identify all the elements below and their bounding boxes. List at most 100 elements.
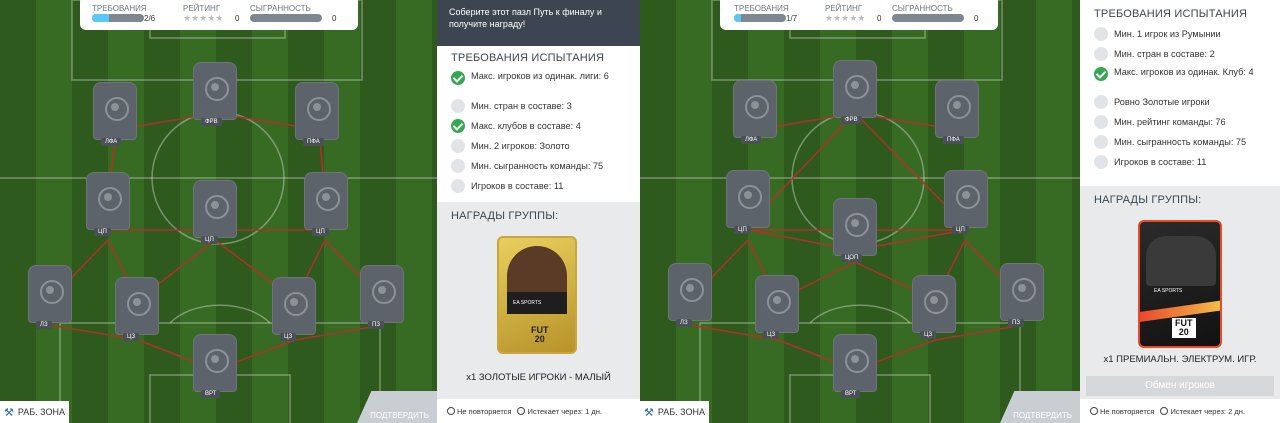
requirements-title: ТРЕБОВАНИЯ ИСПЫТАНИЯ [451,52,605,64]
requirement-item: Игроков в составе: 11 [1094,152,1266,172]
position-label: ЛФА [741,136,762,144]
requirement-text: Мин. стран в составе: 2 [1114,49,1215,59]
workspace-label: РАБ. ЗОНА [657,407,706,417]
chemistry-label: СЫГРАННОСТЬ [892,4,953,13]
no-repeat-label: Не повторяется [457,406,512,416]
reward-pack-card[interactable]: EA SPORTS FUT 20 [497,236,577,354]
position-label: ФРВ [201,118,222,126]
requirement-text: Ровно Золотые игроки [1114,97,1210,107]
player-slot[interactable] [193,334,237,392]
requirements-count: 2/6 [144,14,156,23]
pending-icon [1094,135,1108,149]
player-slot[interactable] [833,60,877,118]
squad-stats-bar: ТРЕБОВАНИЯ 2/6 РЕЙТИНГ ★★★★★ 0 СЫГРАННОС… [80,0,358,30]
pending-icon [1094,47,1108,61]
position-label: ВРТ [201,390,221,398]
exchange-players-button[interactable]: Обмен игроков [1086,376,1274,396]
squad-stats-bar: ТРЕБОВАНИЯ 1/7 РЕЙТИНГ ★★★★★ 0 СЫГРАННОС… [720,0,998,30]
requirements-progress [734,14,786,22]
requirement-text: Мин. 2 игроков: Золото [471,141,570,151]
workspace-label: РАБ. ЗОНА [17,407,66,417]
requirement-item: Мин. стран в составе: 2 [1094,44,1266,64]
rewards-title: НАГРАДЫ ГРУППЫ: [1094,194,1202,206]
position-label: ЦЗ [920,331,937,339]
requirement-text: Мин. рейтинг команды: 76 [1114,117,1226,127]
requirement-item: Игроков в составе: 11 [451,176,626,196]
requirement-item: Мин. стран в составе: 3 [451,96,626,116]
requirements-label: ТРЕБОВАНИЯ [734,4,789,13]
rating-stars: ★★★★★ [825,13,866,23]
player-slot[interactable] [1000,263,1044,321]
card-year: 20 [534,334,545,344]
player-slot[interactable] [295,82,339,140]
requirements-progress [92,14,144,22]
check-icon [451,71,465,85]
player-slot[interactable] [93,82,137,140]
requirement-item: Макс. клубов в составе: 4 [451,116,626,136]
requirement-text: Мин. сыгранность команды: 75 [471,161,604,171]
fut-logo: FUT 20 [531,326,549,344]
position-label: ЛЗ [676,319,692,327]
player-slot[interactable] [360,265,404,323]
player-slot[interactable] [912,275,956,333]
check-icon [451,119,465,133]
requirement-text: Макс. игроков из одинак. Клуб: 4 [1114,67,1254,77]
requirements-title: ТРЕБОВАНИЯ ИСПЫТАНИЯ [1094,8,1248,20]
no-repeat-icon [1090,406,1098,415]
workspace-button[interactable]: ⚒ РАБ. ЗОНА [0,401,70,423]
clock-icon [1160,406,1169,415]
position-label: ЦП [952,226,969,234]
no-repeat-icon [447,406,455,415]
position-label: ПФА [943,136,964,144]
position-label: ЦЗ [280,333,297,341]
player-slot[interactable] [833,334,877,392]
wrench-icon: ⚒ [644,406,654,419]
clock-icon [517,406,526,415]
rewards-section: НАГРАДЫ ГРУППЫ: EA SPORTS FUT 20 x1 ПРЕМИ… [1080,186,1280,400]
card-sponsor: EA SPORTS [1154,288,1183,294]
requirement-item: Ровно Золотые игроки [1094,92,1266,112]
player-slot[interactable] [935,80,979,138]
pending-icon [451,179,465,193]
player-slot[interactable] [726,170,770,228]
rating-stars: ★★★★★ [183,13,224,23]
player-slot[interactable] [668,263,712,321]
challenge-panel-right: ТРЕБОВАНИЯ ИСПЫТАНИЯ Мин. 1 игрок из Рум… [1080,0,1280,423]
pending-icon [1094,95,1108,109]
player-slot[interactable] [28,265,72,323]
requirements-list: Мин. 1 игрок из Румынии Мин. стран в сост… [1094,24,1266,172]
position-label: ЦП [94,228,111,236]
player-slot[interactable] [193,62,237,120]
expiry-info: Истекает через: 2 дн. [1160,406,1245,416]
player-slot[interactable] [115,277,159,335]
player-slot[interactable] [304,172,348,230]
no-repeat-label: Не повторяется [1100,406,1155,416]
pending-icon [451,159,465,173]
expiry-label: Истекает через: 2 дн. [1170,406,1245,416]
player-slot[interactable] [833,198,877,256]
player-slot[interactable] [193,180,237,238]
requirements-list: Макс. игроков из одинак. лиги: 6 Мин. стр… [451,68,626,196]
player-slot[interactable] [733,80,777,138]
card-sponsor: EA SPORTS [513,300,542,306]
player-slot[interactable] [272,277,316,335]
player-slot[interactable] [86,172,130,230]
check-icon [1094,67,1108,81]
requirement-item: Макс. игроков из одинак. Клуб: 4 [1094,64,1266,92]
pending-icon [1094,155,1108,169]
position-label: ЛФА [101,138,122,146]
wrench-icon: ⚒ [4,406,14,419]
chemistry-value: 0 [332,14,337,23]
requirement-item: Макс. игроков из одинак. лиги: 6 [451,68,626,96]
player-slot[interactable] [755,275,799,333]
pending-icon [451,99,465,113]
expiry-label: Истекает через: 1 дн. [527,406,602,416]
position-label: ЦП [312,228,329,236]
player-slot[interactable] [944,170,988,228]
squad-pitch-left: ТРЕБОВАНИЯ 2/6 РЕЙТИНГ ★★★★★ 0 СЫГРАННОС… [0,0,437,423]
requirements-count: 1/7 [786,14,798,23]
requirement-item: Мин. сыгранность команды: 75 [451,156,626,176]
reward-pack-card[interactable]: EA SPORTS FUT 20 [1138,220,1222,348]
requirement-text: Макс. игроков из одинак. лиги: 6 [471,71,609,81]
workspace-button[interactable]: ⚒ РАБ. ЗОНА [640,401,710,423]
